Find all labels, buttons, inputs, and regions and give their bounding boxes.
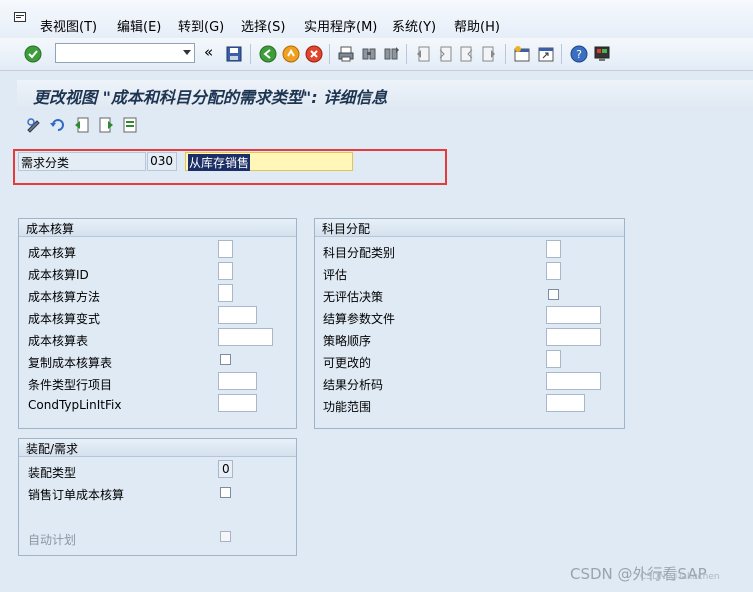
menu-utilities[interactable]: 实用程序(M) bbox=[304, 16, 377, 35]
assembly-type-value: 0 bbox=[222, 462, 230, 476]
watermark-sub: CSDN @Takuchen bbox=[640, 572, 720, 582]
condtyp-linitfix-label: CondTypLinItFix bbox=[28, 398, 122, 412]
print-icon[interactable] bbox=[337, 45, 355, 63]
display-change-icon[interactable] bbox=[25, 116, 43, 134]
valuation-label: 评估 bbox=[323, 268, 348, 282]
double-left-icon[interactable]: « bbox=[204, 43, 213, 61]
results-analysis-key-label: 结果分析码 bbox=[323, 378, 384, 392]
exit-icon[interactable] bbox=[282, 45, 300, 63]
changeable-label: 可更改的 bbox=[323, 356, 372, 370]
condtyp-linitfix-field[interactable] bbox=[218, 394, 257, 412]
command-field[interactable] bbox=[55, 43, 195, 63]
find-next-icon[interactable] bbox=[382, 45, 400, 63]
costing-sheet-label: 成本核算表 bbox=[28, 334, 89, 348]
system-menu-icon[interactable] bbox=[14, 12, 28, 24]
auto-planning-label: 自动计划 bbox=[28, 533, 77, 547]
find-icon[interactable] bbox=[360, 45, 378, 63]
next-entry-icon[interactable] bbox=[97, 116, 115, 134]
previous-entry-icon[interactable] bbox=[73, 116, 91, 134]
menu-bar: 表视图(T) 编辑(E) 转到(G) 选择(S) 实用程序(M) 系统(Y) 帮… bbox=[0, 0, 753, 39]
valuation-field[interactable] bbox=[546, 262, 561, 280]
changeable-field[interactable] bbox=[546, 350, 561, 368]
check-icon[interactable] bbox=[24, 45, 42, 63]
toolbar-separator bbox=[406, 44, 407, 64]
assembly-type-field[interactable]: 0 bbox=[218, 460, 233, 478]
costing-variant-field[interactable] bbox=[218, 306, 257, 324]
strategy-sequence-label: 策略顺序 bbox=[323, 334, 372, 348]
standard-toolbar: « ? bbox=[0, 38, 753, 71]
application-toolbar bbox=[17, 112, 753, 140]
strategy-sequence-field[interactable] bbox=[546, 328, 601, 346]
assembly-requirements-group-header: 装配/需求 bbox=[19, 439, 296, 457]
account-assignment-category-label: 科目分配类别 bbox=[323, 246, 396, 260]
costing-label: 成本核算 bbox=[28, 246, 77, 260]
menu-selection[interactable]: 选择(S) bbox=[241, 16, 285, 35]
cancel-icon[interactable] bbox=[305, 45, 323, 63]
menu-help[interactable]: 帮助(H) bbox=[454, 16, 500, 35]
copy-costing-sheet-checkbox[interactable] bbox=[220, 354, 231, 365]
menu-goto[interactable]: 转到(G) bbox=[178, 16, 224, 35]
toolbar-separator bbox=[329, 44, 330, 64]
undo-icon[interactable] bbox=[49, 116, 67, 134]
settlement-profile-label: 结算参数文件 bbox=[323, 312, 396, 326]
condition-type-line-item-label: 条件类型行项目 bbox=[28, 378, 113, 392]
back-icon[interactable] bbox=[259, 45, 277, 63]
settlement-profile-field[interactable] bbox=[546, 306, 601, 324]
no-valuation-decision-checkbox[interactable] bbox=[548, 289, 559, 300]
toolbar-separator bbox=[561, 44, 562, 64]
next-page-icon[interactable] bbox=[458, 45, 476, 63]
menu-system[interactable]: 系统(Y) bbox=[392, 16, 436, 35]
first-page-icon[interactable] bbox=[414, 45, 432, 63]
customize-icon[interactable] bbox=[593, 45, 611, 63]
auto-planning-checkbox bbox=[220, 531, 231, 542]
account-assignment-group-header: 科目分配 bbox=[315, 219, 624, 237]
help-icon[interactable]: ? bbox=[570, 45, 588, 63]
menu-table-view[interactable]: 表视图(T) bbox=[40, 16, 97, 35]
results-analysis-key-field[interactable] bbox=[546, 372, 601, 390]
toolbar-separator bbox=[250, 44, 251, 64]
save-icon[interactable] bbox=[225, 45, 243, 63]
screen-title-bar: 更改视图 "成本和科目分配的需求类型": 详细信息 bbox=[17, 80, 753, 110]
assembly-requirements-group-title: 装配/需求 bbox=[26, 442, 79, 456]
page-title: 更改视图 "成本和科目分配的需求类型": 详细信息 bbox=[33, 88, 388, 107]
assembly-type-label: 装配类型 bbox=[28, 466, 77, 480]
copy-costing-sheet-label: 复制成本核算表 bbox=[28, 356, 113, 370]
costing-group-title: 成本核算 bbox=[26, 222, 75, 236]
costing-method-field[interactable] bbox=[218, 284, 233, 302]
functional-area-label: 功能范围 bbox=[323, 400, 372, 414]
costing-method-label: 成本核算方法 bbox=[28, 290, 101, 304]
menu-edit[interactable]: 编辑(E) bbox=[117, 16, 161, 35]
last-page-icon[interactable] bbox=[480, 45, 498, 63]
condition-type-line-item-field[interactable] bbox=[218, 372, 257, 390]
no-valuation-decision-label: 无评估决策 bbox=[323, 290, 384, 304]
account-assignment-category-field[interactable] bbox=[546, 240, 561, 258]
costing-sheet-field[interactable] bbox=[218, 328, 273, 346]
costing-variant-label: 成本核算变式 bbox=[28, 312, 101, 326]
chevron-down-icon[interactable] bbox=[183, 50, 191, 55]
select-entry-icon[interactable] bbox=[121, 116, 139, 134]
new-session-icon[interactable] bbox=[513, 45, 531, 63]
functional-area-field[interactable] bbox=[546, 394, 585, 412]
costing-id-label: 成本核算ID bbox=[28, 268, 89, 282]
sales-order-costing-label: 销售订单成本核算 bbox=[28, 488, 125, 502]
costing-group-header: 成本核算 bbox=[19, 219, 296, 237]
account-assignment-group-title: 科目分配 bbox=[322, 222, 371, 236]
svg-text:?: ? bbox=[576, 48, 582, 61]
costing-id-field[interactable] bbox=[218, 262, 233, 280]
sales-order-costing-checkbox[interactable] bbox=[220, 487, 231, 498]
costing-field[interactable] bbox=[218, 240, 233, 258]
shortcut-icon[interactable] bbox=[537, 45, 555, 63]
prev-page-icon[interactable] bbox=[436, 45, 454, 63]
highlight-box bbox=[13, 149, 447, 185]
toolbar-separator bbox=[505, 44, 506, 64]
